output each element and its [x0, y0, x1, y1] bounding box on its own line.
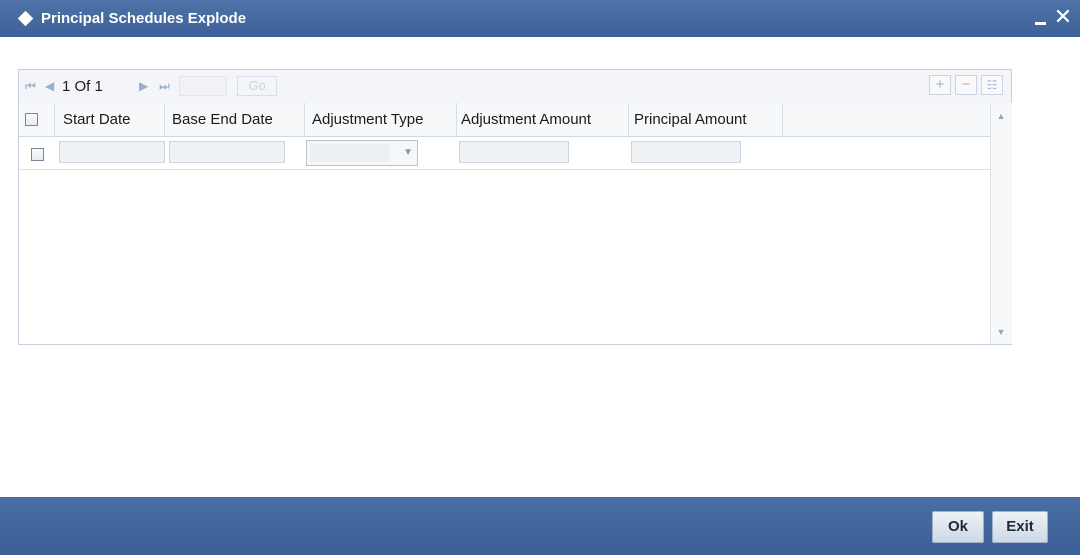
ok-button[interactable]: Ok	[932, 511, 984, 543]
go-button[interactable]: Go	[237, 76, 277, 96]
adjustment-type-select[interactable]: ▼	[306, 140, 418, 166]
single-view-button[interactable]: ☷	[981, 75, 1003, 95]
header-adjustment-type[interactable]: Adjustment Type	[305, 103, 457, 136]
next-page-icon[interactable]: ▶	[139, 78, 148, 94]
close-icon[interactable]: ✕	[1052, 5, 1074, 29]
grid-toolbar: ⏮ ◀ 1 Of 1 ▶ ⏭ Go + − ☷	[19, 70, 1011, 104]
header-principal-amount[interactable]: Principal Amount	[629, 103, 783, 136]
row-select-checkbox[interactable]	[31, 148, 44, 161]
footer-bar: Ok Exit	[0, 497, 1080, 555]
vertical-scrollbar[interactable]: ▲ ▼	[990, 103, 1012, 344]
chevron-down-icon: ▼	[403, 147, 413, 158]
header-base-end-date[interactable]: Base End Date	[165, 103, 305, 136]
scroll-down-icon[interactable]: ▼	[996, 327, 1006, 337]
start-date-input[interactable]	[59, 141, 165, 163]
grid-header: Start Date Base End Date Adjustment Type…	[19, 103, 990, 137]
select-all-checkbox[interactable]	[25, 113, 38, 126]
last-page-icon[interactable]: ⏭	[159, 78, 170, 94]
diamond-icon	[17, 10, 34, 27]
header-start-date[interactable]: Start Date	[55, 103, 165, 136]
header-select-cell	[19, 103, 55, 136]
adjustment-amount-input[interactable]	[459, 141, 569, 163]
add-row-button[interactable]: +	[929, 75, 951, 95]
scroll-up-icon[interactable]: ▲	[996, 111, 1006, 121]
schedule-grid-panel: ⏮ ◀ 1 Of 1 ▶ ⏭ Go + − ☷ Start Date Base …	[18, 69, 1012, 345]
title-bar: Principal Schedules Explode ✕	[0, 0, 1080, 37]
base-end-date-input[interactable]	[169, 141, 285, 163]
delete-row-button[interactable]: −	[955, 75, 977, 95]
header-adjustment-amount[interactable]: Adjustment Amount	[457, 103, 629, 136]
minimize-icon[interactable]	[1032, 10, 1050, 28]
window-title: Principal Schedules Explode	[41, 10, 247, 27]
prev-page-icon[interactable]: ◀	[45, 78, 54, 94]
page-number-input[interactable]	[179, 76, 227, 96]
table-row: ▼	[19, 137, 990, 170]
principal-amount-input[interactable]	[631, 141, 741, 163]
exit-button[interactable]: Exit	[992, 511, 1048, 543]
page-indicator: 1 Of 1	[62, 78, 103, 95]
adjustment-type-value	[310, 144, 390, 162]
first-page-icon[interactable]: ⏮	[25, 78, 36, 94]
